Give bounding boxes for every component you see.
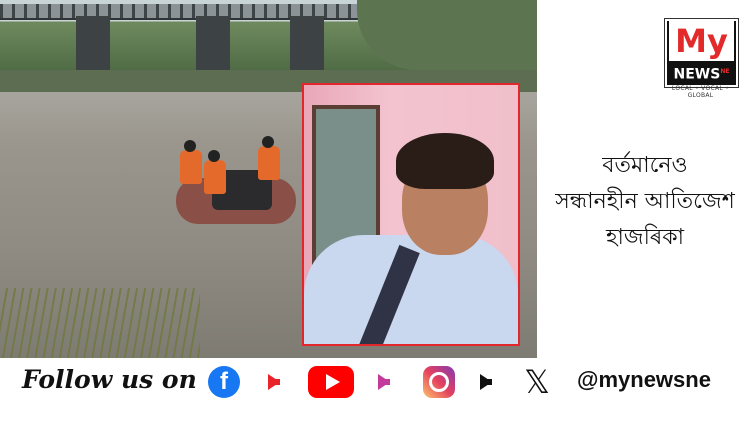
tree-line — [357, 0, 537, 70]
social-handle[interactable]: @mynewsne — [577, 367, 711, 393]
headline-line-3: হাজৰিকা — [605, 225, 685, 250]
bridge — [0, 4, 390, 20]
instagram-icon[interactable] — [423, 366, 455, 398]
facebook-icon[interactable]: f — [208, 366, 240, 398]
logo-tagline: LOCAL • VOCAL • GLOBAL — [671, 85, 730, 99]
logo-news-text: NEWSNE — [667, 63, 736, 84]
x-icon[interactable]: 𝕏 — [519, 363, 555, 401]
arrow-right-icon — [268, 374, 280, 390]
headline-line-1: বৰ্তমানেও — [602, 153, 688, 178]
logo-my-text: My — [669, 21, 734, 61]
headline: বৰ্তমানেও সন্ধানহীন আতিজেশ হাজৰিকা — [540, 148, 750, 256]
arrow-right-icon — [480, 374, 492, 390]
rescuer — [180, 140, 202, 184]
logo-news-word: NEWS — [673, 66, 721, 83]
missing-person-portrait — [302, 83, 520, 346]
headline-line-2: সন্ধানহীন আতিজেশ — [555, 189, 735, 214]
mynews-logo[interactable]: My NEWSNE — [665, 19, 738, 87]
hair — [396, 133, 494, 189]
follow-us-text: Follow us on — [22, 365, 197, 394]
rescuer — [204, 150, 226, 194]
logo-ne-superscript: NE — [720, 68, 730, 75]
arrow-right-icon — [378, 374, 390, 390]
youtube-icon[interactable] — [308, 366, 354, 398]
rescuer — [258, 136, 280, 180]
grass-foreground — [0, 288, 200, 358]
